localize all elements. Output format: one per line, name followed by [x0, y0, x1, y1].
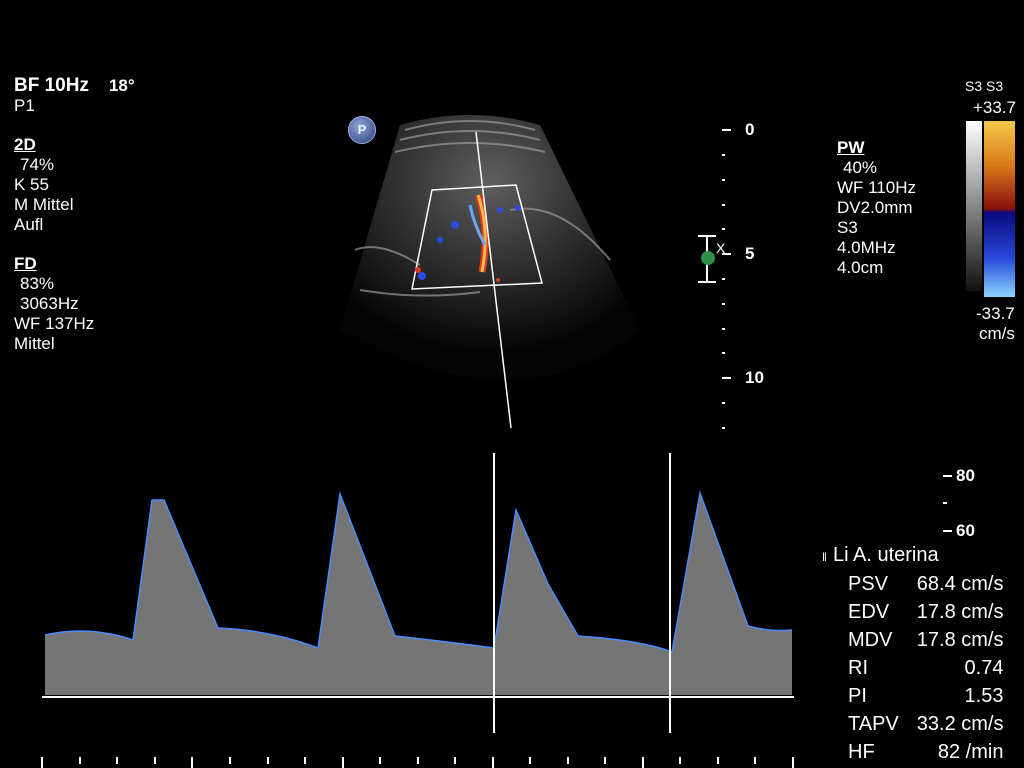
measurement-value: 0.74 — [964, 656, 1004, 679]
measurement-title: ‖ Li A. uterina — [822, 544, 939, 566]
measurement-value: 33.2 cm/s — [916, 712, 1004, 735]
angle-label: 18° — [108, 76, 135, 95]
spectral-scale-60: 60 — [956, 521, 975, 540]
probe-badge[interactable]: P — [348, 116, 376, 144]
gray-map-bar — [966, 121, 982, 291]
mode-line: BF 10Hz 18° — [14, 76, 135, 96]
ultrasound-screen: BF 10Hz 18° P1 2D 74% K 55 M Mittel Aufl … — [0, 0, 1024, 768]
pw-title: PW — [837, 138, 865, 157]
measurement-vessel: Li A. uterina — [832, 544, 939, 566]
spectral-doppler — [41, 453, 952, 768]
2d-m: M Mittel — [14, 195, 74, 214]
color-scale-max: +33.7 — [973, 98, 1017, 117]
measurement-label: RI — [848, 656, 868, 679]
measurement-row: RI 0.74 — [848, 654, 1003, 682]
pw-gain: 40% — [843, 158, 878, 177]
measurement-value: 1.53 — [964, 684, 1004, 707]
time-ticks — [41, 757, 794, 768]
spectral-fill — [45, 493, 792, 695]
2d-gain: 74% — [20, 155, 55, 174]
color-map-labels: S3 S3 — [965, 78, 1004, 94]
color-scale-unit: cm/s — [979, 324, 1015, 343]
spectral-scale-80: 80 — [956, 466, 975, 485]
pw-settings-panel: PW 40% WF 110Hz DV2.0mm S3 4.0MHz 4.0cm — [837, 138, 916, 278]
depth-label-5: 5 — [745, 244, 755, 263]
pw-wf: WF 110Hz — [837, 178, 917, 197]
measurement-row: HF 82 /min — [848, 738, 1003, 766]
depth-label-0: 0 — [745, 120, 755, 139]
measurement-label: PI — [848, 684, 867, 707]
focus-marker-icon[interactable] — [701, 251, 715, 265]
imaging-settings-panel: BF 10Hz 18° P1 2D 74% K 55 M Mittel Aufl … — [14, 76, 135, 354]
measurement-row: PI 1.53 — [848, 682, 1003, 710]
fd-prf: 3063Hz — [20, 294, 79, 313]
color-scale-min: -33.7 — [976, 304, 1015, 323]
measurement-row: EDV 17.8 cm/s — [848, 598, 1003, 626]
measurement-label: MDV — [848, 628, 893, 651]
measurement-label: EDV — [848, 600, 890, 623]
measurement-value: 17.8 cm/s — [916, 628, 1004, 651]
depth-label-10: 10 — [745, 368, 764, 387]
spectral-scale-ticks — [943, 475, 952, 532]
measurement-label: PSV — [848, 572, 889, 595]
pw-freq: 4.0MHz — [837, 238, 896, 257]
mode-label: BF 10Hz — [14, 75, 89, 96]
section-fd-title: FD — [14, 254, 37, 273]
measurement-row: MDV 17.8 cm/s — [848, 626, 1003, 654]
fd-level: Mittel — [14, 334, 55, 353]
measurement-label: HF — [848, 740, 875, 763]
depth-ticks — [722, 129, 731, 429]
measurement-label: TAPV — [848, 712, 899, 735]
fd-gain: 83% — [20, 274, 55, 293]
measurement-value: 17.8 cm/s — [916, 600, 1004, 623]
sample-volume-marker: X — [716, 240, 726, 256]
measurement-row: PSV 68.4 cm/s — [848, 570, 1003, 598]
measurement-row: TAPV 33.2 cm/s — [848, 710, 1003, 738]
measurement-value: 82 /min — [937, 740, 1004, 763]
preset-label: P1 — [14, 96, 35, 115]
section-2d-title: 2D — [14, 135, 36, 154]
pw-s: S3 — [837, 218, 858, 237]
measurement-value: 68.4 cm/s — [916, 572, 1004, 595]
2d-aufl: Aufl — [14, 215, 44, 234]
pw-depth: 4.0cm — [837, 258, 884, 277]
measurement-table: PSV 68.4 cm/s EDV 17.8 cm/s MDV 17.8 cm/s RI 0.… — [848, 570, 1003, 766]
2d-k: K 55 — [14, 175, 49, 194]
fd-wf: WF 137Hz — [14, 314, 95, 333]
color-map-bar — [984, 121, 1015, 297]
pw-dv: DV2.0mm — [837, 198, 913, 217]
